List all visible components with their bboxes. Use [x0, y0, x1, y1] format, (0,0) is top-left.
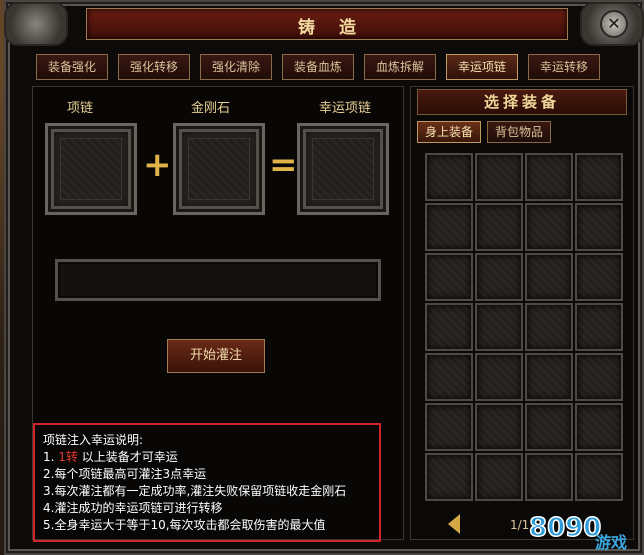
equipment-slot[interactable] [475, 353, 523, 401]
watermark-number: 8090 [529, 513, 601, 543]
equipment-slot[interactable] [525, 403, 573, 451]
slot-label-necklace: 项链 [67, 101, 94, 116]
tab-blood-refine[interactable]: 装备血炼 [282, 54, 354, 80]
tab-lucky-necklace[interactable]: 幸运项链 [446, 54, 518, 80]
equipment-slot[interactable] [525, 153, 573, 201]
equipment-slot[interactable] [575, 303, 623, 351]
description-line-1: 1. 1转 以上装备才可幸运 [43, 448, 178, 465]
equipment-panel: 选择装备 身上装备 背包物品 [410, 86, 634, 540]
equipment-slot[interactable] [475, 203, 523, 251]
line1-prefix: 1. [43, 450, 59, 464]
equipment-slot[interactable] [575, 403, 623, 451]
close-button[interactable]: ✕ [600, 10, 628, 38]
equipment-slot[interactable] [425, 253, 473, 301]
start-infuse-button[interactable]: 开始灌注 [167, 339, 265, 373]
equipment-slot[interactable] [575, 353, 623, 401]
plus-icon: + [143, 145, 172, 185]
equipment-slot[interactable] [425, 353, 473, 401]
description-line-4: 4.灌注成功的幸运项链可进行转移 [43, 501, 223, 515]
tab-enhance-transfer[interactable]: 强化转移 [118, 54, 190, 80]
equipment-slot[interactable] [425, 303, 473, 351]
slot-label-diamond: 金刚石 [191, 101, 231, 116]
equipment-slot[interactable] [425, 453, 473, 501]
watermark-text: 游戏 [595, 533, 627, 552]
tab-lucky-transfer[interactable]: 幸运转移 [528, 54, 600, 80]
window-title: 铸造 [298, 18, 380, 38]
forge-window: 铸造 ✕ 装备强化 强化转移 强化清除 装备血炼 血炼拆解 幸运项链 幸运转移 … [4, 0, 644, 555]
equipment-slot[interactable] [425, 203, 473, 251]
description-title: 项链注入幸运说明: [43, 433, 144, 447]
diamond-slot[interactable] [173, 123, 265, 215]
description-line-5: 5.全身幸运大于等于10,每次攻击都会取伤害的最大值 [43, 518, 326, 532]
slot-label-lucky-necklace: 幸运项链 [319, 101, 372, 116]
equals-icon: = [269, 145, 298, 185]
equipment-slot[interactable] [525, 453, 573, 501]
progress-bar [55, 259, 381, 301]
tab-enhance-clear[interactable]: 强化清除 [200, 54, 272, 80]
equipment-slot[interactable] [475, 153, 523, 201]
line1-suffix: 以上装备才可幸运 [77, 450, 178, 464]
tab-worn-equipment[interactable]: 身上装备 [417, 121, 481, 143]
site-watermark: 8090 游戏 [528, 512, 627, 552]
necklace-slot[interactable] [45, 123, 137, 215]
corner-ornament-left [4, 2, 68, 46]
equipment-slot[interactable] [425, 153, 473, 201]
prev-page-icon[interactable] [448, 514, 460, 534]
equipment-slot[interactable] [525, 253, 573, 301]
equipment-slot[interactable] [525, 353, 573, 401]
equipment-slot[interactable] [425, 403, 473, 451]
line1-highlight: 1转 [58, 450, 78, 464]
select-equipment-title: 选择装备 [417, 89, 627, 115]
equipment-slot[interactable] [475, 253, 523, 301]
equipment-slot[interactable] [475, 453, 523, 501]
result-slot[interactable] [297, 123, 389, 215]
equipment-slot[interactable] [525, 303, 573, 351]
tab-equip-enhance[interactable]: 装备强化 [36, 54, 108, 80]
craft-panel: 项链 金刚石 幸运项链 + = 开始灌注 项链注入幸运说明: 1. 1转 以上装… [32, 86, 404, 542]
description-line-3: 3.每次灌注都有一定成功率,灌注失败保留项链收走金刚石 [43, 484, 347, 498]
tab-blood-dismantle[interactable]: 血炼拆解 [364, 54, 436, 80]
equipment-slot[interactable] [575, 253, 623, 301]
equipment-slot[interactable] [525, 203, 573, 251]
title-bar: 铸造 [86, 8, 568, 40]
equipment-slot[interactable] [475, 403, 523, 451]
description-box: 项链注入幸运说明: 1. 1转 以上装备才可幸运 2.每个项链最高可灌注3点幸运… [33, 423, 381, 542]
tab-bag-items[interactable]: 背包物品 [487, 121, 551, 143]
equipment-slot[interactable] [475, 303, 523, 351]
equipment-slot[interactable] [575, 153, 623, 201]
close-icon: ✕ [607, 14, 621, 33]
equipment-slot[interactable] [575, 453, 623, 501]
description-line-2: 2.每个项链最高可灌注3点幸运 [43, 467, 207, 481]
equipment-slot[interactable] [575, 203, 623, 251]
